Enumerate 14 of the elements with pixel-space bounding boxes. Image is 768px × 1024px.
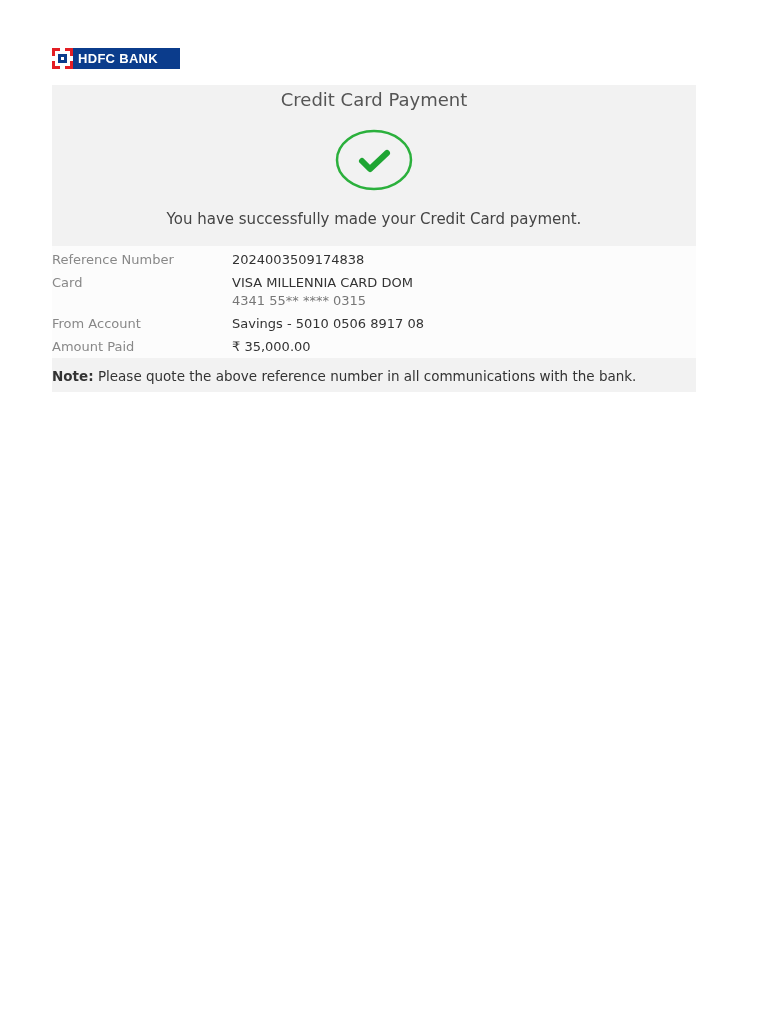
field-label: Card bbox=[52, 275, 84, 292]
field-value: 2024003509174838 bbox=[232, 252, 365, 267]
field-label: Amount Paid bbox=[52, 339, 136, 354]
page-title: Credit Card Payment bbox=[280, 89, 468, 110]
field-value: ₹ 35,000.00 bbox=[232, 339, 311, 354]
card-number: 4341 55** **** 0315 bbox=[232, 293, 368, 308]
field-label: From Account bbox=[52, 316, 142, 331]
logo-mark-icon bbox=[52, 48, 73, 69]
bank-logo: HDFC BANK bbox=[52, 48, 180, 69]
field-label: Reference Number bbox=[52, 252, 175, 267]
field-value: Savings - 5010 0506 8917 08 bbox=[232, 316, 424, 331]
field-value: VISA MILLENNIA CARD DOM bbox=[232, 275, 413, 290]
success-message: You have successfully made your Credit Card payment. bbox=[166, 210, 582, 228]
note-text: Note: Please quote the above reference number in all communications with the bank. bbox=[52, 358, 696, 392]
